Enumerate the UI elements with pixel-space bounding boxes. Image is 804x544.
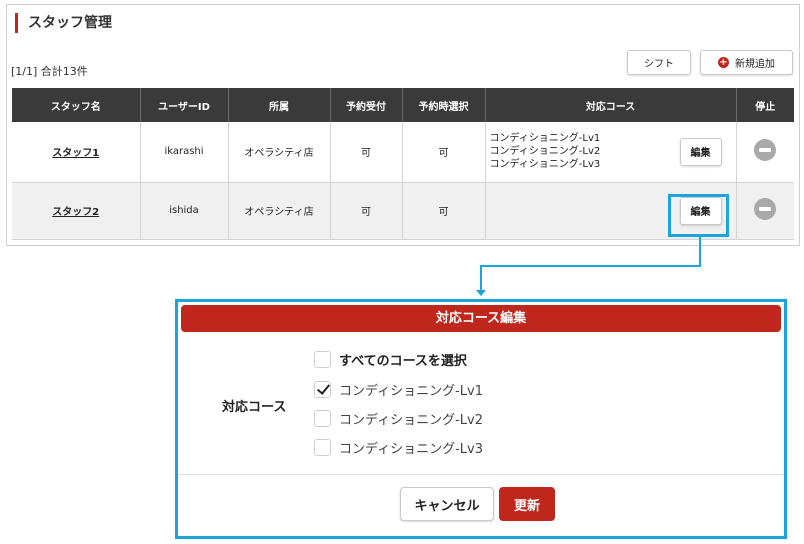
course-checkbox-lv1[interactable] [314, 381, 331, 398]
cell-store: オペラシティ店 [228, 122, 331, 183]
course-option[interactable]: コンディショニング-Lv1 [314, 380, 483, 399]
table-row: スタッフ1 ikarashi オペラシティ店 可 可 コンディショニング-Lv1… [12, 122, 794, 183]
course-option[interactable]: コンディショニング-Lv3 [314, 438, 483, 457]
course-option-label: コンディショニング-Lv2 [339, 413, 483, 428]
cell-selectable: 可 [402, 182, 486, 240]
table-header-row: スタッフ名 ユーザーID 所属 予約受付 予約時選択 対応コース 停止 [12, 88, 794, 122]
staff-name-link[interactable]: スタッフ1 [52, 148, 99, 159]
cell-store: オペラシティ店 [228, 182, 331, 240]
select-all-checkbox[interactable] [314, 351, 331, 368]
connector-line [481, 265, 701, 267]
header-reception: 予約受付 [330, 88, 403, 122]
add-new-button[interactable]: + 新規追加 [700, 50, 793, 75]
select-all-label: すべてのコースを選択 [339, 354, 467, 369]
course-option[interactable]: コンディショニング-Lv2 [314, 409, 483, 428]
cell-stop [736, 182, 794, 240]
minus-circle-icon[interactable] [754, 198, 777, 220]
cell-courses: コンディショニング-Lv1 コンディショニング-Lv2 コンディショニング-Lv… [485, 122, 737, 183]
modal-divider [178, 474, 784, 475]
cell-reception: 可 [330, 122, 403, 183]
connector-line [480, 265, 482, 291]
cell-user-id: ishida [140, 182, 229, 240]
minus-circle-icon[interactable] [754, 139, 777, 162]
modal-title: 対応コース編集 [181, 305, 781, 332]
cell-selectable: 可 [402, 122, 486, 183]
cell-stop [736, 122, 794, 183]
cell-staff-name: スタッフ2 [12, 182, 141, 240]
cell-staff-name: スタッフ1 [12, 122, 141, 183]
header-stop: 停止 [736, 88, 794, 122]
edit-courses-button[interactable]: 編集 [679, 137, 722, 166]
plus-circle-icon: + [718, 57, 729, 68]
shift-button[interactable]: シフト [627, 50, 691, 75]
cancel-button[interactable]: キャンセル [400, 487, 494, 521]
page-title: スタッフ管理 [15, 13, 112, 33]
course-option-label: コンディショニング-Lv3 [339, 442, 483, 457]
connector-line [699, 236, 701, 266]
add-new-button-label: 新規追加 [735, 59, 775, 70]
shift-button-label: シフト [644, 59, 674, 70]
cell-reception: 可 [330, 182, 403, 240]
header-user-id: ユーザーID [140, 88, 229, 122]
cell-user-id: ikarashi [140, 122, 229, 183]
header-staff-name: スタッフ名 [12, 88, 141, 122]
course-option-label: コンディショニング-Lv1 [339, 384, 483, 399]
update-button[interactable]: 更新 [499, 487, 555, 521]
record-count: [1/1] 合計13件 [11, 65, 88, 78]
course-checkbox-lv2[interactable] [314, 410, 331, 427]
arrow-down-icon [476, 290, 486, 296]
header-courses: 対応コース [485, 88, 737, 122]
course-checkbox-lv3[interactable] [314, 439, 331, 456]
staff-name-link[interactable]: スタッフ2 [52, 207, 99, 218]
header-selectable: 予約時選択 [402, 88, 486, 122]
edit-button-highlight [668, 194, 729, 237]
field-label: 対応コース [222, 400, 287, 415]
select-all-option[interactable]: すべてのコースを選択 [314, 350, 467, 369]
header-store: 所属 [228, 88, 331, 122]
course-edit-modal: 対応コース編集 対応コース すべてのコースを選択 コンディショニング-Lv1 コ… [175, 299, 787, 539]
